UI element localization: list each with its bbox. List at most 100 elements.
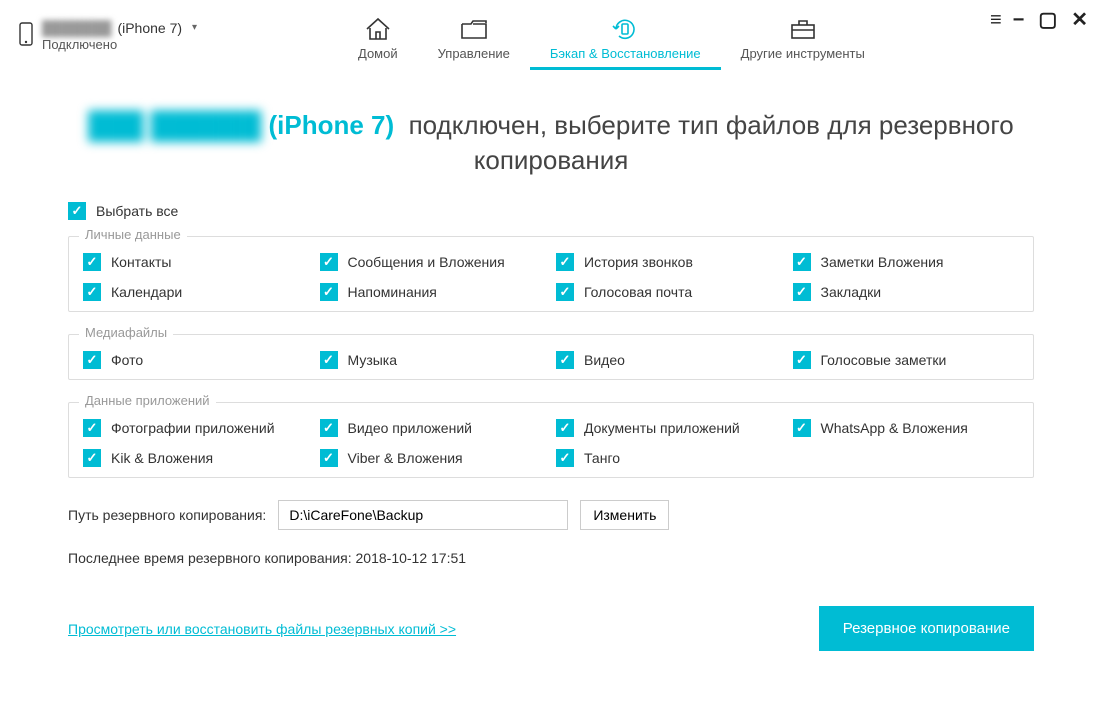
folder-icon [459,14,489,44]
view-restore-link[interactable]: Просмотреть или восстановить файлы резер… [68,621,456,637]
check-item[interactable]: Напоминания [320,283,547,301]
bottom-row: Просмотреть или восстановить файлы резер… [68,606,1034,651]
checkbox[interactable] [83,351,101,369]
check-item-label: История звонков [584,254,693,270]
group-apps-grid: Фотографии приложений Видео приложений Док… [83,419,1019,467]
checkbox[interactable] [83,419,101,437]
nav-home[interactable]: Домой [338,6,418,70]
check-item-label: Viber & Вложения [348,450,463,466]
device-block[interactable]: ███████ (iPhone 7) ▾ Подключено [18,20,218,52]
check-item[interactable]: Закладки [793,283,1020,301]
group-personal-title: Личные данные [79,227,187,242]
check-item-label: WhatsApp & Вложения [821,420,968,436]
backup-path-label: Путь резервного копирования: [68,507,266,523]
check-item-label: Фотографии приложений [111,420,275,436]
check-item-label: Закладки [821,284,882,300]
select-all[interactable]: Выбрать все [68,202,1034,220]
check-item[interactable]: WhatsApp & Вложения [793,419,1020,437]
check-item[interactable]: Фотографии приложений [83,419,310,437]
check-item-label: Документы приложений [584,420,740,436]
minimize-button[interactable]: − [1013,10,1025,30]
top-bar: ███████ (iPhone 7) ▾ Подключено Домой Уп… [0,0,1102,78]
check-item-label: Музыка [348,352,398,368]
backup-path-input[interactable] [278,500,568,530]
checkbox[interactable] [556,419,574,437]
check-item[interactable]: Контакты [83,253,310,271]
home-icon [363,14,393,44]
checkbox[interactable] [793,253,811,271]
checkbox[interactable] [320,419,338,437]
checkbox[interactable] [793,419,811,437]
nav-home-label: Домой [358,46,398,61]
check-item[interactable]: Документы приложений [556,419,783,437]
phone-icon [18,22,34,51]
checkbox[interactable] [83,253,101,271]
group-apps-title: Данные приложений [79,393,216,408]
check-item[interactable]: Голосовые заметки [793,351,1020,369]
check-item-label: Напоминания [348,284,437,300]
nav-manage-label: Управление [438,46,510,61]
device-name-hidden: ███████ [42,20,111,37]
toolbox-icon [788,14,818,44]
check-item[interactable]: Танго [556,449,783,467]
last-backup: Последнее время резервного копирования: … [68,550,1034,566]
headline-name-hidden: ███ ██████ [88,110,261,140]
check-item[interactable]: История звонков [556,253,783,271]
group-personal: Личные данные КонтактыСообщения и Вложен… [68,236,1034,312]
backup-button[interactable]: Резервное копирование [819,606,1034,651]
backup-path-row: Путь резервного копирования: Изменить [68,500,1034,530]
check-item-label: Kik & Вложения [111,450,213,466]
last-backup-label: Последнее время резервного копирования: [68,550,352,566]
nav-manage[interactable]: Управление [418,6,530,70]
checkbox[interactable] [320,283,338,301]
check-item[interactable]: Видео [556,351,783,369]
maximize-button[interactable]: ▢ [1038,10,1057,30]
group-media: Медиафайлы ФотоМузыкаВидеоГолосовые заме… [68,334,1034,380]
check-item[interactable]: Viber & Вложения [320,449,547,467]
check-item-label: Танго [584,450,620,466]
check-item[interactable]: Календари [83,283,310,301]
headline-model: (iPhone 7) [268,110,394,140]
checkbox[interactable] [556,449,574,467]
check-item-label: Сообщения и Вложения [348,254,505,270]
checkbox[interactable] [83,449,101,467]
group-apps: Данные приложений Фотографии приложенийВ… [68,402,1034,478]
checkbox[interactable] [556,253,574,271]
check-item[interactable]: Музыка [320,351,547,369]
change-path-button[interactable]: Изменить [580,500,669,530]
check-item[interactable]: Голосовая почта [556,283,783,301]
device-model: (iPhone 7) [117,20,182,37]
checkbox[interactable] [793,351,811,369]
checkbox[interactable] [556,351,574,369]
select-all-checkbox[interactable] [68,202,86,220]
check-item-label: Фото [111,352,143,368]
window-controls: ≡ − ▢ ✕ [990,6,1094,30]
checkbox[interactable] [320,253,338,271]
check-item[interactable]: Видео приложений [320,419,547,437]
close-button[interactable]: ✕ [1071,10,1088,30]
check-item-label: Голосовые заметки [821,352,947,368]
chevron-down-icon[interactable]: ▾ [192,22,197,34]
select-all-label: Выбрать все [96,203,178,219]
check-item[interactable]: Kik & Вложения [83,449,310,467]
checkbox[interactable] [556,283,574,301]
menu-icon[interactable]: ≡ [990,10,999,30]
group-media-grid: Фото Музыка Видео Голосовые заметки [83,351,1019,369]
device-status: Подключено [42,37,197,53]
nav-tools[interactable]: Другие инструменты [721,6,885,70]
check-item[interactable]: Заметки Вложения [793,253,1020,271]
check-item[interactable]: Фото [83,351,310,369]
checkbox[interactable] [320,351,338,369]
check-item-label: Календари [111,284,182,300]
check-item-label: Голосовая почта [584,284,692,300]
checkbox[interactable] [320,449,338,467]
checkbox[interactable] [793,283,811,301]
check-item-label: Контакты [111,254,171,270]
check-item[interactable]: Сообщения и Вложения [320,253,547,271]
main-nav: Домой Управление Бэкап & Восстановление … [338,6,885,70]
nav-backup[interactable]: Бэкап & Восстановление [530,6,721,70]
content: Выбрать все Личные данные КонтактыСообще… [0,178,1102,651]
checkbox[interactable] [83,283,101,301]
group-personal-grid: Контакты Сообщения и Вложения История звон… [83,253,1019,301]
device-text: ███████ (iPhone 7) ▾ Подключено [42,20,197,52]
